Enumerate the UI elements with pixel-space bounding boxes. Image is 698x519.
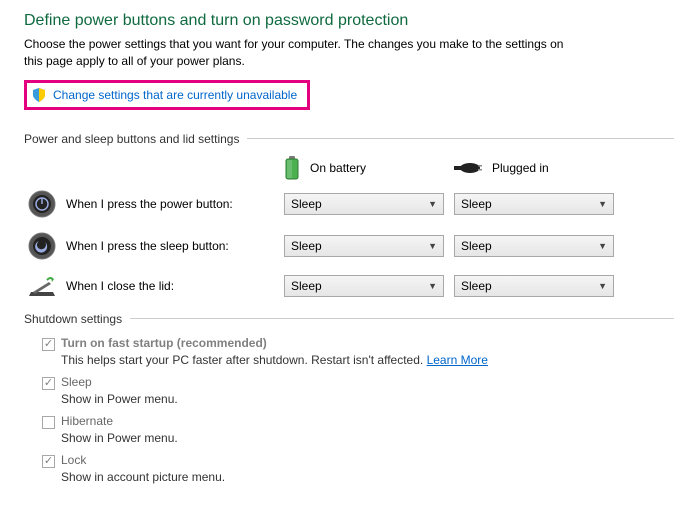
change-settings-link[interactable]: Change settings that are currently unava… — [53, 88, 297, 102]
divider — [247, 138, 674, 139]
page-description: Choose the power settings that you want … — [24, 36, 584, 70]
hibernate-sub: Show in Power menu. — [61, 431, 674, 445]
power-button-icon — [24, 190, 60, 218]
sleep-checkbox — [42, 377, 55, 390]
chevron-down-icon: ▼ — [428, 281, 437, 291]
chevron-down-icon: ▼ — [428, 241, 437, 251]
section-shutdown: Shutdown settings — [24, 312, 674, 326]
shield-icon — [31, 87, 47, 103]
close-lid-plugged-select[interactable]: Sleep▼ — [454, 275, 614, 297]
lock-item: Lock — [42, 453, 674, 468]
hibernate-item: Hibernate — [42, 414, 674, 429]
row-close-lid-label: When I close the lid: — [60, 279, 284, 293]
hibernate-checkbox — [42, 416, 55, 429]
change-settings-link-highlight: Change settings that are currently unava… — [24, 80, 310, 110]
lock-checkbox — [42, 455, 55, 468]
lock-sub: Show in account picture menu. — [61, 470, 674, 484]
fast-startup-sub: This helps start your PC faster after sh… — [61, 353, 674, 367]
chevron-down-icon: ▼ — [598, 199, 607, 209]
row-power-button: When I press the power button: Sleep▼ Sl… — [24, 190, 674, 218]
sleep-item: Sleep — [42, 375, 674, 390]
sleep-sub: Show in Power menu. — [61, 392, 674, 406]
page-title: Define power buttons and turn on passwor… — [24, 12, 674, 30]
learn-more-link[interactable]: Learn More — [427, 353, 488, 367]
laptop-lid-icon — [24, 274, 60, 298]
fast-startup-checkbox — [42, 338, 55, 351]
sleep-label: Sleep — [61, 375, 92, 389]
column-headers: On battery Plugged in — [24, 156, 674, 180]
col-plugged-label: Plugged in — [492, 161, 549, 175]
hibernate-label: Hibernate — [61, 414, 113, 428]
row-power-button-label: When I press the power button: — [60, 197, 284, 211]
section-power-sleep: Power and sleep buttons and lid settings — [24, 132, 674, 146]
battery-icon — [284, 156, 300, 180]
section-shutdown-label: Shutdown settings — [24, 312, 122, 326]
power-button-battery-select[interactable]: Sleep▼ — [284, 193, 444, 215]
fast-startup-item: Turn on fast startup (recommended) — [42, 336, 674, 351]
sleep-button-battery-select[interactable]: Sleep▼ — [284, 235, 444, 257]
chevron-down-icon: ▼ — [598, 281, 607, 291]
sleep-button-icon — [24, 232, 60, 260]
col-battery-label: On battery — [310, 161, 366, 175]
fast-startup-label: Turn on fast startup (recommended) — [61, 336, 267, 350]
row-sleep-button-label: When I press the sleep button: — [60, 239, 284, 253]
power-button-plugged-select[interactable]: Sleep▼ — [454, 193, 614, 215]
divider — [130, 318, 674, 319]
chevron-down-icon: ▼ — [598, 241, 607, 251]
row-close-lid: When I close the lid: Sleep▼ Sleep▼ — [24, 274, 674, 298]
close-lid-battery-select[interactable]: Sleep▼ — [284, 275, 444, 297]
row-sleep-button: When I press the sleep button: Sleep▼ Sl… — [24, 232, 674, 260]
chevron-down-icon: ▼ — [428, 199, 437, 209]
plug-icon — [454, 160, 482, 176]
section-power-sleep-label: Power and sleep buttons and lid settings — [24, 132, 239, 146]
lock-label: Lock — [61, 453, 86, 467]
sleep-button-plugged-select[interactable]: Sleep▼ — [454, 235, 614, 257]
